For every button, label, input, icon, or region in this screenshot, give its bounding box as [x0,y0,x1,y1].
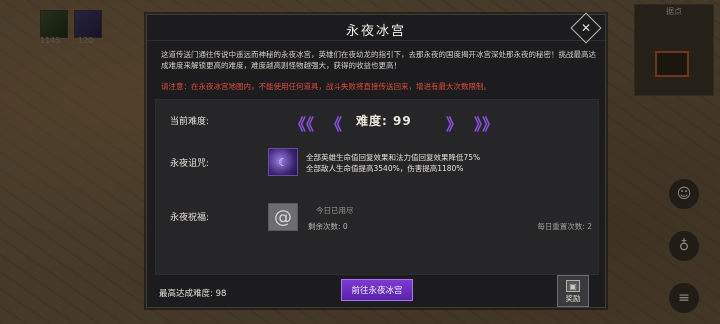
max-difficulty: 最高达成难度: 98 [159,289,227,299]
gift-icon: ▣ [566,280,580,292]
difficulty-increase-fast-button[interactable]: 》》 [474,111,498,135]
warning-text: 请注意：在永夜冰宫地图内，不能使用任何道具，战斗失败将直接传送回来，增进有最大次… [161,82,491,91]
curse-label: 永夜诅咒: [170,159,210,169]
reward-button[interactable]: ▣ 奖励 [557,275,589,307]
difficulty-value: 难度: 99 [356,114,412,128]
close-icon: ✕ [580,21,592,35]
blessing-status: 今日已用尽 [316,206,354,215]
reward-label: 奖励 [565,294,581,303]
difficulty-decrease-fast-button[interactable]: 《《 [290,111,314,135]
eternal-night-dialog: 永夜冰宫 ✕ 这道传送门通往传说中遥远而神秘的永夜冰宫，英雄们在夜幼龙的指引下，… [146,12,606,308]
curse-effect-2: 全部敌人生命值提高3540%，伤害提高1180% [306,164,464,173]
enter-palace-button[interactable]: 前往永夜冰宫 [341,279,413,301]
dialog-title: 永夜冰宫 [345,24,406,39]
blessing-label: 永夜祝福: [170,213,210,223]
spiral-icon[interactable]: @ [268,203,298,231]
curse-effect-1: 全部英雄生命值回复效果和法力值回复效果降低75% [306,153,481,162]
curse-icon[interactable]: ☾ [268,148,298,176]
difficulty-label: 当前难度: [170,117,210,127]
blessing-daily-reset: 每日重置次数: 2 [537,222,592,231]
difficulty-decrease-button[interactable]: 《 [326,111,342,135]
settings-panel: 当前难度: 《《 《 难度: 99 》 》》 永夜诅咒: ☾ 全部英雄生命值回复… [155,99,599,275]
dialog-description: 这道传送门通往传说中遥远而神秘的永夜冰宫，英雄们在夜幼龙的指引下，去那永夜的国度… [161,50,596,70]
blessing-remaining: 剩余次数: 0 [308,222,348,231]
difficulty-increase-button[interactable]: 》 [446,111,462,135]
dialog-header: 永夜冰宫 ✕ [147,12,605,44]
